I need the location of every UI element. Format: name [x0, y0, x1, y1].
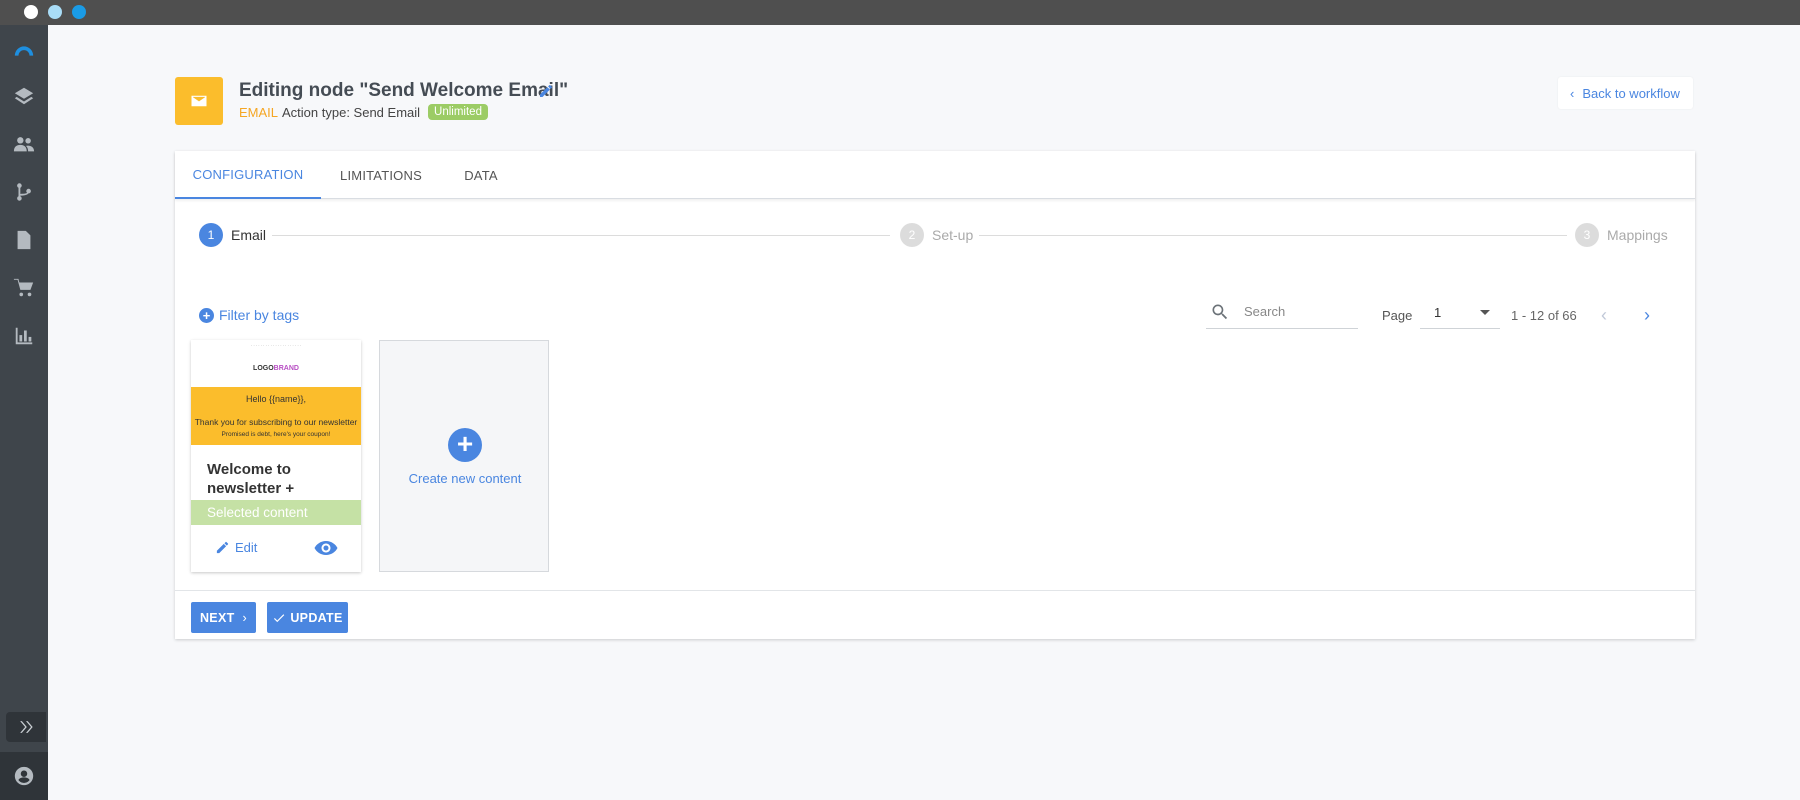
- page-label: Page: [1382, 308, 1413, 323]
- update-label: UPDATE: [290, 610, 343, 625]
- chevron-left-icon: ‹: [1601, 304, 1607, 325]
- preview-banner: Hello {{name}}, Thank you for subscribin…: [191, 387, 361, 445]
- pencil-icon: [540, 85, 552, 97]
- chevron-left-icon: ‹: [1570, 85, 1575, 101]
- eye-icon: [314, 541, 338, 555]
- status-badge: Unlimited: [428, 104, 488, 120]
- email-node-icon: [175, 77, 223, 125]
- step-connector: [979, 235, 1567, 236]
- tab-bar: CONFIGURATION LIMITATIONS DATA: [175, 151, 1695, 199]
- step-label: Set-up: [932, 227, 974, 243]
- window-maximize-button[interactable]: [72, 5, 86, 19]
- search-input[interactable]: [1244, 304, 1344, 319]
- step-number: 3: [1575, 223, 1599, 247]
- preview-coupon-text: Promised is debt, here's your coupon!: [221, 431, 331, 438]
- step-connector: [272, 235, 890, 236]
- search-box: [1206, 295, 1358, 329]
- analytics-chart-icon[interactable]: [12, 324, 36, 348]
- tab-data[interactable]: DATA: [441, 151, 521, 199]
- preview-header-line: · · · · · · · · · · · · · · · · · · · · …: [250, 343, 302, 348]
- preview-message: Thank you for subscribing to our newslet…: [194, 417, 358, 427]
- create-new-content-card[interactable]: + Create new content: [379, 340, 549, 572]
- step-number: 1: [199, 223, 223, 247]
- update-button[interactable]: UPDATE: [267, 602, 348, 633]
- edit-content-button[interactable]: Edit: [215, 540, 257, 555]
- document-icon[interactable]: [12, 228, 36, 252]
- email-preview-thumbnail: · · · · · · · · · · · · · · · · · · · · …: [191, 340, 361, 445]
- plus-circle-icon: +: [448, 428, 482, 462]
- envelope-icon: [191, 95, 207, 107]
- sidebar: [0, 25, 48, 800]
- check-icon: [274, 613, 285, 622]
- cart-icon[interactable]: [12, 276, 36, 300]
- preview-greeting: Hello {{name}},: [245, 394, 307, 404]
- next-page-button[interactable]: ›: [1637, 303, 1657, 327]
- step-email[interactable]: 1 Email: [199, 223, 266, 247]
- app-logo-icon[interactable]: [12, 39, 36, 63]
- user-circle-icon: [14, 766, 34, 786]
- card-footer: NEXT › UPDATE: [175, 590, 1695, 639]
- step-label: Mappings: [1607, 227, 1668, 243]
- page-select-value: 1: [1434, 305, 1442, 320]
- back-to-workflow-label: Back to workflow: [1582, 85, 1680, 101]
- layers-icon[interactable]: [12, 84, 36, 108]
- sidebar-expand-button[interactable]: [6, 712, 46, 742]
- action-type-label: Action type: Send Email: [282, 104, 421, 120]
- filter-by-tags-button[interactable]: + Filter by tags: [199, 307, 299, 323]
- user-account-button[interactable]: [0, 752, 48, 800]
- window-close-button[interactable]: [24, 5, 38, 19]
- content-card[interactable]: · · · · · · · · · · · · · · · · · · · · …: [191, 340, 361, 572]
- content-title: Welcome to newsletter +: [207, 461, 295, 497]
- node-meta: EMAIL Action type: Send Email Unlimited: [239, 104, 488, 120]
- edit-title-button[interactable]: [538, 83, 556, 101]
- create-new-content-label: Create new content: [408, 471, 522, 486]
- plus-circle-icon: +: [199, 307, 214, 323]
- pencil-icon: [216, 541, 229, 554]
- step-label: Email: [231, 227, 267, 243]
- chevron-right-icon: ›: [1644, 304, 1650, 325]
- tab-configuration[interactable]: CONFIGURATION: [175, 151, 321, 199]
- previous-page-button[interactable]: ‹: [1594, 303, 1614, 327]
- next-button[interactable]: NEXT ›: [191, 602, 256, 633]
- step-set-up[interactable]: 2 Set-up: [900, 223, 973, 247]
- caret-down-icon: [1480, 310, 1490, 315]
- next-label: NEXT: [199, 610, 235, 625]
- page-select[interactable]: 1: [1420, 297, 1500, 329]
- workflow-branch-icon[interactable]: [12, 180, 36, 204]
- page-title: Editing node "Send Welcome Email": [239, 80, 569, 101]
- filter-label: Filter by tags: [219, 307, 300, 323]
- edit-label: Edit: [235, 540, 258, 555]
- chevron-right-icon: ›: [242, 610, 247, 625]
- back-to-workflow-button[interactable]: ‹ Back to workflow: [1558, 77, 1693, 109]
- window-titlebar: [0, 0, 1800, 25]
- step-number: 2: [900, 223, 924, 247]
- node-type-label: EMAIL: [239, 104, 279, 120]
- tab-limitations[interactable]: LIMITATIONS: [321, 151, 441, 199]
- search-icon: [1212, 304, 1228, 319]
- pagination-range: 1 - 12 of 66: [1511, 308, 1577, 323]
- window-minimize-button[interactable]: [48, 5, 62, 19]
- selected-content-label: Selected content: [191, 500, 361, 525]
- preview-logo: LOGOBRAND: [253, 365, 299, 372]
- double-chevron-right-icon: [20, 721, 33, 733]
- step-mappings[interactable]: 3 Mappings: [1575, 223, 1668, 247]
- users-icon[interactable]: [12, 132, 36, 156]
- preview-content-button[interactable]: [314, 538, 338, 558]
- configuration-card: CONFIGURATION LIMITATIONS DATA 1 Email 2…: [175, 151, 1695, 639]
